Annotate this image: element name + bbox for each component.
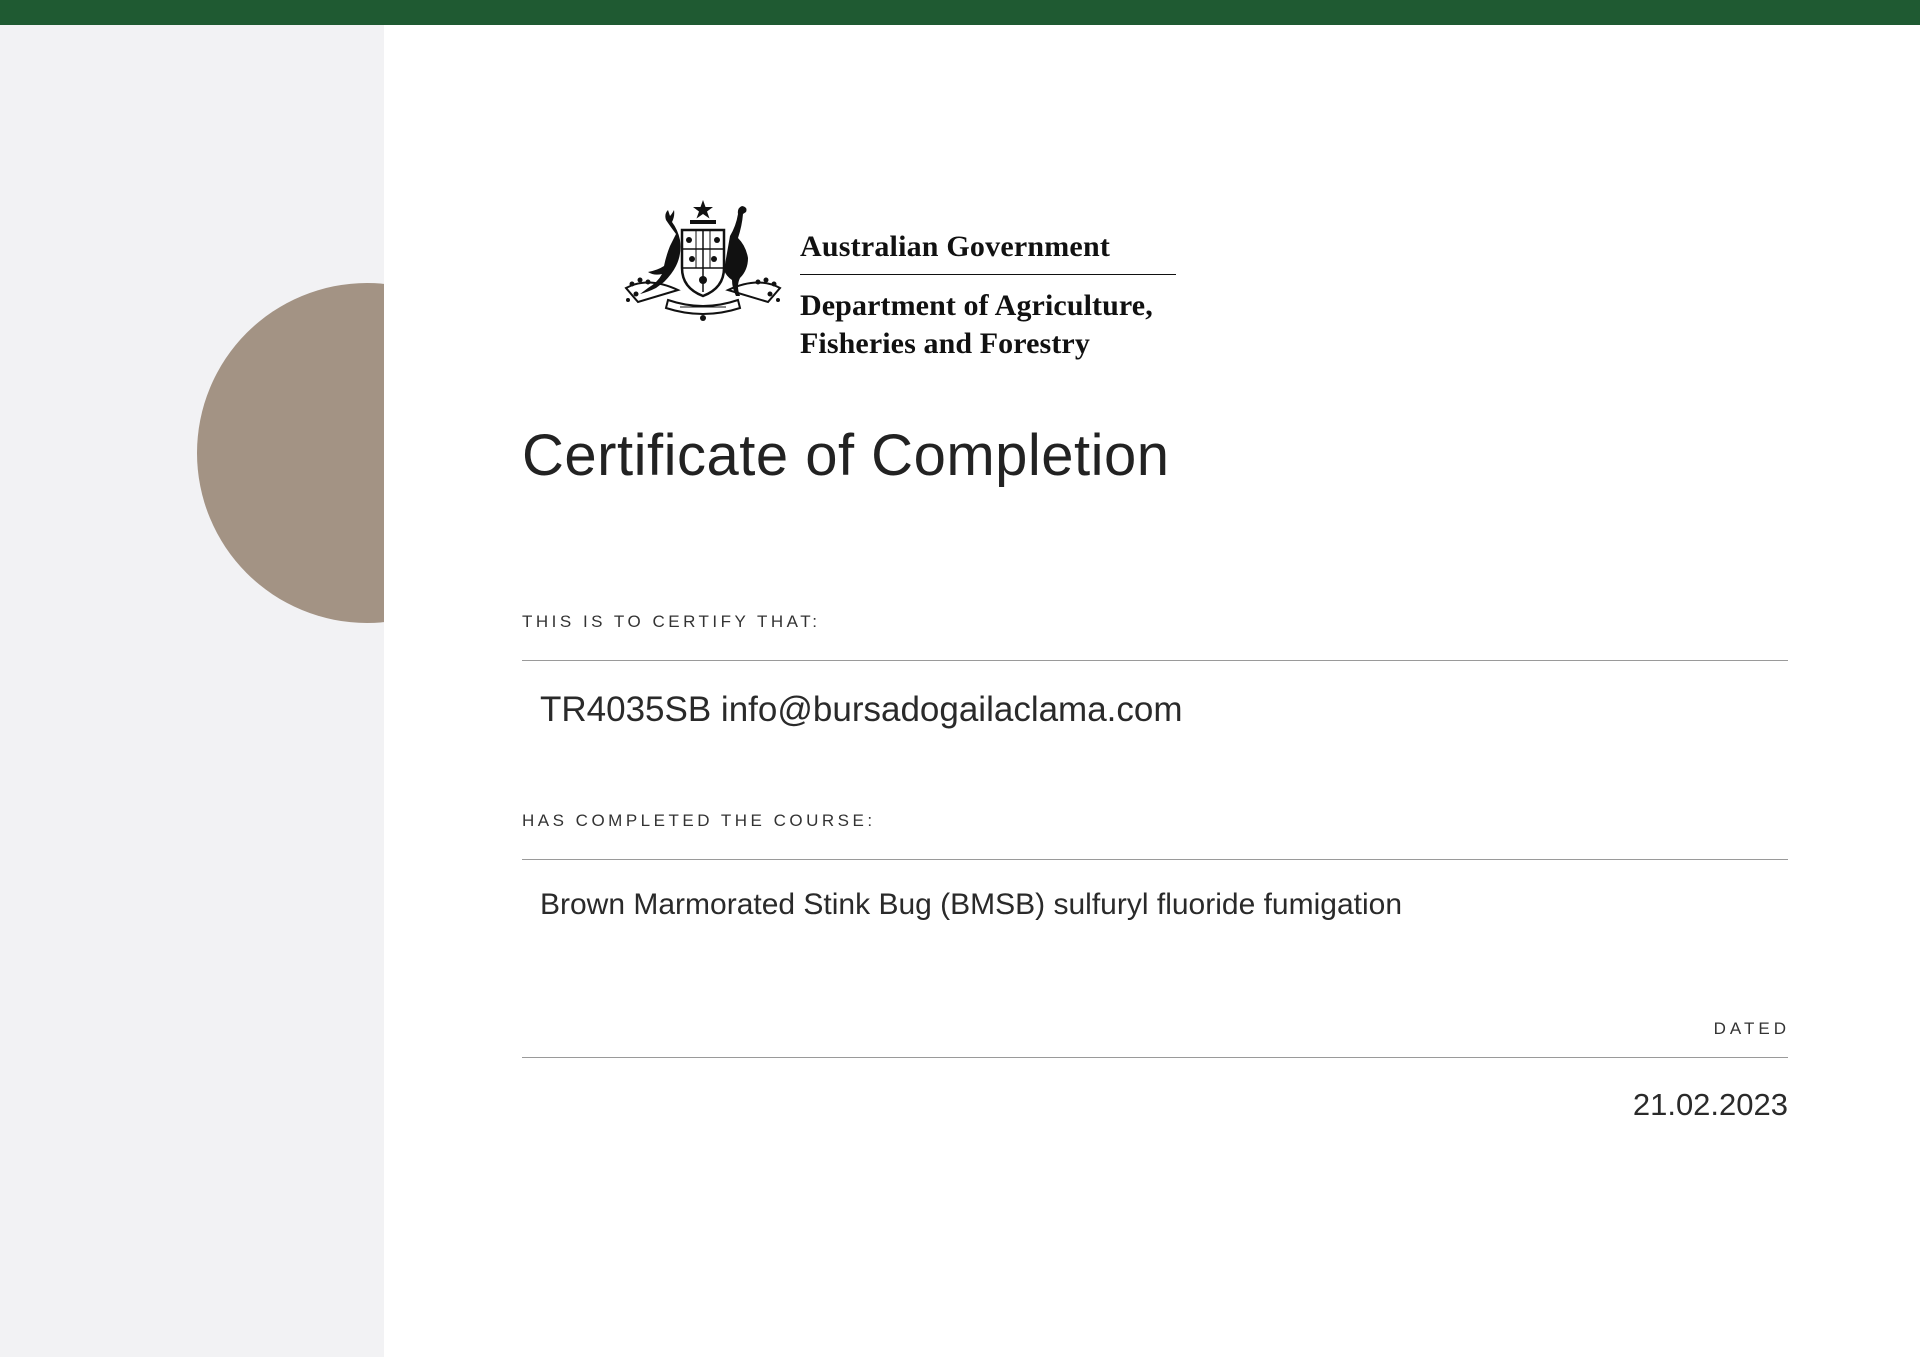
course-label: HAS COMPLETED THE COURSE: [522, 811, 876, 830]
date-divider [522, 1057, 1788, 1058]
australian-coat-of-arms-icon [624, 200, 782, 321]
top-bar [0, 0, 1920, 25]
logo-text: Australian Government Department of Agri… [800, 230, 1176, 363]
certificate-page: Australian Government Department of Agri… [0, 0, 1920, 1357]
government-logo: Australian Government Department of Agri… [618, 196, 1176, 363]
government-name: Australian Government [800, 230, 1176, 275]
department-line-2: Fisheries and Forestry [800, 327, 1090, 360]
certify-label: THIS IS TO CERTIFY THAT: [522, 612, 821, 631]
recipient-name: TR4035SB info@bursadogailaclama.com [540, 690, 1183, 729]
recipient-divider [522, 660, 1788, 661]
department-name: Department of Agriculture, Fisheries and… [800, 287, 1176, 363]
course-divider [522, 859, 1788, 860]
certificate-title: Certificate of Completion [522, 423, 1170, 488]
department-line-1: Department of Agriculture, [800, 289, 1153, 322]
dated-label: DATED [1713, 1019, 1790, 1038]
left-panel [0, 25, 384, 1357]
certificate-date: 21.02.2023 [1632, 1087, 1788, 1122]
course-name: Brown Marmorated Stink Bug (BMSB) sulfur… [540, 888, 1403, 921]
